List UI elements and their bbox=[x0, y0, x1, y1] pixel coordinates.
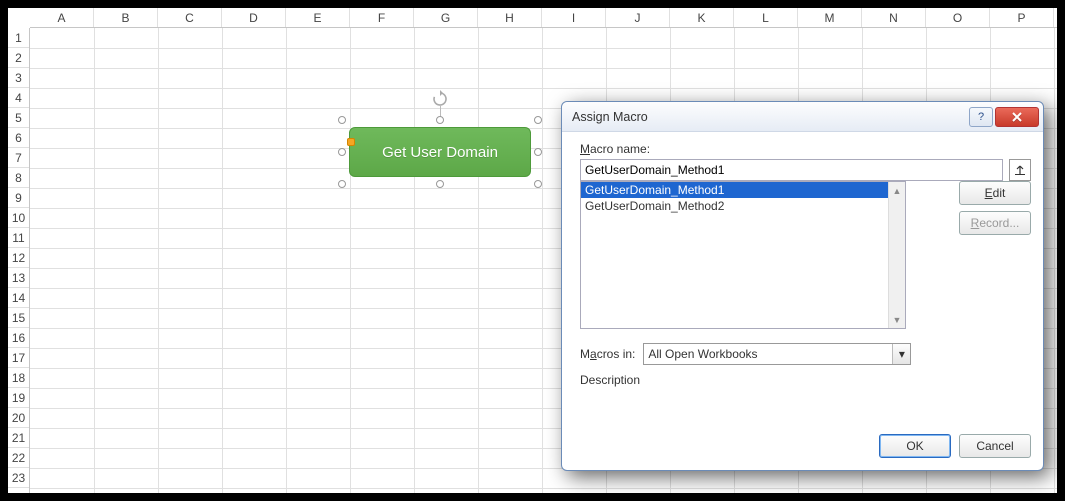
col-header[interactable]: A bbox=[30, 8, 94, 27]
description-label: Description bbox=[580, 373, 1031, 387]
col-header[interactable]: G bbox=[414, 8, 478, 27]
macro-button-shape[interactable]: Get User Domain bbox=[349, 127, 531, 177]
select-value: All Open Workbooks bbox=[648, 347, 757, 361]
row-header[interactable]: 1 bbox=[8, 28, 29, 48]
row-header[interactable]: 5 bbox=[8, 108, 29, 128]
ok-button[interactable]: OK bbox=[879, 434, 951, 458]
row-header[interactable]: 10 bbox=[8, 208, 29, 228]
col-header[interactable]: F bbox=[350, 8, 414, 27]
macros-in-select[interactable]: All Open Workbooks ▾ bbox=[643, 343, 911, 365]
macro-listbox[interactable]: GetUserDomain_Method1 GetUserDomain_Meth… bbox=[580, 181, 906, 329]
row-header[interactable]: 22 bbox=[8, 448, 29, 468]
row-header[interactable]: 14 bbox=[8, 288, 29, 308]
col-header[interactable]: P bbox=[990, 8, 1054, 27]
adjust-handle[interactable] bbox=[347, 138, 355, 146]
scroll-up-icon[interactable]: ▲ bbox=[889, 182, 905, 199]
col-header[interactable]: B bbox=[94, 8, 158, 27]
row-headers: 1 2 3 4 5 6 7 8 9 10 11 12 13 14 15 16 1… bbox=[8, 28, 30, 493]
list-item[interactable]: GetUserDomain_Method1 bbox=[581, 182, 905, 198]
macros-in-label: Macros in: bbox=[580, 347, 635, 361]
row-header[interactable]: 13 bbox=[8, 268, 29, 288]
row-header[interactable]: 15 bbox=[8, 308, 29, 328]
row-header[interactable]: 12 bbox=[8, 248, 29, 268]
col-header[interactable]: O bbox=[926, 8, 990, 27]
column-headers: A B C D E F G H I J K L M N O P bbox=[30, 8, 1057, 28]
row-header[interactable]: 19 bbox=[8, 388, 29, 408]
resize-handle[interactable] bbox=[534, 116, 542, 124]
row-header[interactable]: 18 bbox=[8, 368, 29, 388]
rotation-handle-icon[interactable] bbox=[431, 90, 449, 108]
col-header[interactable]: J bbox=[606, 8, 670, 27]
col-header[interactable]: M bbox=[798, 8, 862, 27]
collapse-dialog-button[interactable] bbox=[1009, 159, 1031, 181]
dialog-title: Assign Macro bbox=[572, 110, 648, 124]
row-header[interactable]: 6 bbox=[8, 128, 29, 148]
col-header[interactable]: E bbox=[286, 8, 350, 27]
dialog-footer: OK Cancel bbox=[879, 434, 1031, 458]
resize-handle[interactable] bbox=[534, 180, 542, 188]
col-header[interactable]: D bbox=[222, 8, 286, 27]
assign-macro-dialog: Assign Macro ? Macro name: GetUserDomain… bbox=[561, 101, 1044, 471]
resize-handle[interactable] bbox=[436, 180, 444, 188]
row-header[interactable]: 16 bbox=[8, 328, 29, 348]
dialog-body: Macro name: GetUserDomain_Method1 GetUse… bbox=[562, 132, 1043, 470]
resize-handle[interactable] bbox=[436, 116, 444, 124]
row-header[interactable]: 20 bbox=[8, 408, 29, 428]
shape-selection[interactable]: Get User Domain bbox=[342, 120, 538, 184]
edit-button[interactable]: Edit bbox=[959, 181, 1031, 205]
close-icon bbox=[1011, 112, 1023, 122]
list-item[interactable]: GetUserDomain_Method2 bbox=[581, 198, 905, 214]
row-header[interactable]: 23 bbox=[8, 468, 29, 488]
help-icon: ? bbox=[978, 111, 984, 123]
cancel-button[interactable]: Cancel bbox=[959, 434, 1031, 458]
side-buttons: Edit Record... bbox=[959, 181, 1031, 241]
excel-window: A B C D E F G H I J K L M N O P 1 2 3 4 … bbox=[8, 8, 1057, 493]
row-header[interactable]: 8 bbox=[8, 168, 29, 188]
row-header[interactable]: 21 bbox=[8, 428, 29, 448]
row-header[interactable]: 11 bbox=[8, 228, 29, 248]
resize-handle[interactable] bbox=[338, 148, 346, 156]
row-header[interactable]: 3 bbox=[8, 68, 29, 88]
col-header[interactable]: K bbox=[670, 8, 734, 27]
record-button[interactable]: Record... bbox=[959, 211, 1031, 235]
col-header[interactable]: N bbox=[862, 8, 926, 27]
row-header[interactable]: 17 bbox=[8, 348, 29, 368]
arrow-up-icon bbox=[1014, 164, 1026, 176]
macro-name-label: Macro name: bbox=[580, 142, 1031, 156]
row-header[interactable]: 9 bbox=[8, 188, 29, 208]
col-header[interactable]: H bbox=[478, 8, 542, 27]
resize-handle[interactable] bbox=[338, 180, 346, 188]
row-header[interactable]: 7 bbox=[8, 148, 29, 168]
help-button[interactable]: ? bbox=[969, 107, 993, 127]
row-header[interactable]: 2 bbox=[8, 48, 29, 68]
col-header[interactable]: I bbox=[542, 8, 606, 27]
macro-name-input[interactable] bbox=[580, 159, 1003, 181]
resize-handle[interactable] bbox=[534, 148, 542, 156]
resize-handle[interactable] bbox=[338, 116, 346, 124]
scroll-down-icon[interactable]: ▼ bbox=[889, 311, 905, 328]
col-header[interactable]: L bbox=[734, 8, 798, 27]
row-header[interactable]: 4 bbox=[8, 88, 29, 108]
col-header[interactable]: C bbox=[158, 8, 222, 27]
dialog-titlebar[interactable]: Assign Macro ? bbox=[562, 102, 1043, 132]
scrollbar[interactable]: ▲ ▼ bbox=[888, 182, 905, 328]
close-button[interactable] bbox=[995, 107, 1039, 127]
chevron-down-icon[interactable]: ▾ bbox=[892, 344, 910, 364]
